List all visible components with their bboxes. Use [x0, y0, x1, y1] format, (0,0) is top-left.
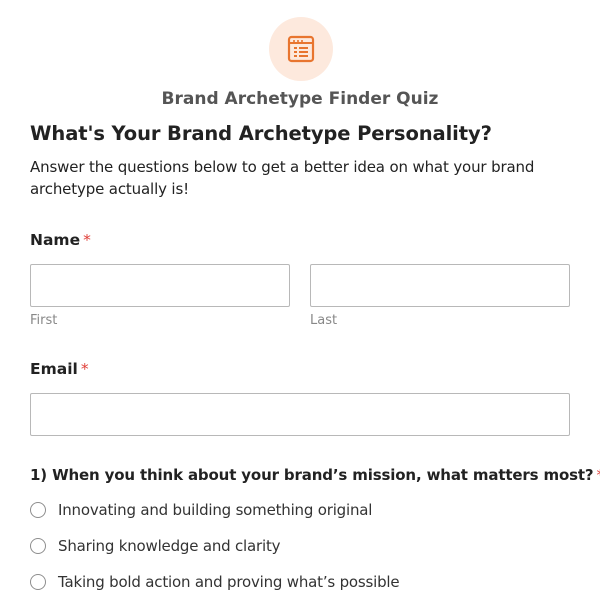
email-input[interactable] [30, 393, 570, 436]
question-1-option-2[interactable]: Sharing knowledge and clarity [30, 535, 281, 557]
radio-button[interactable] [30, 574, 46, 590]
email-label: Email * [30, 359, 89, 379]
question-1-option-3[interactable]: Taking bold action and proving what’s po… [30, 571, 400, 593]
form-icon-badge [269, 17, 333, 81]
required-asterisk: * [80, 360, 89, 378]
first-name-sublabel: First [30, 313, 58, 328]
form-icon [287, 35, 315, 63]
option-label: Taking bold action and proving what’s po… [58, 573, 400, 591]
form-title: Brand Archetype Finder Quiz [161, 89, 439, 109]
radio-button[interactable] [30, 538, 46, 554]
email-label-text: Email [30, 360, 78, 378]
last-name-input[interactable] [310, 264, 570, 307]
required-asterisk: * [596, 466, 600, 484]
option-label: Sharing knowledge and clarity [58, 537, 281, 555]
question-1-text: 1) When you think about your brand’s mis… [30, 466, 594, 484]
name-label: Name * [30, 230, 91, 250]
option-label: Innovating and building something origin… [58, 501, 373, 519]
name-label-text: Name [30, 231, 81, 249]
last-name-sublabel: Last [310, 313, 338, 328]
question-1: 1) When you think about your brand’s mis… [30, 465, 600, 485]
form-description: Answer the questions below to get a bett… [30, 158, 535, 198]
first-name-input[interactable] [30, 264, 290, 307]
question-1-option-1[interactable]: Innovating and building something origin… [30, 499, 372, 521]
page-heading: What's Your Brand Archetype Personality? [30, 122, 492, 145]
radio-button[interactable] [30, 502, 46, 518]
required-asterisk: * [83, 231, 91, 249]
